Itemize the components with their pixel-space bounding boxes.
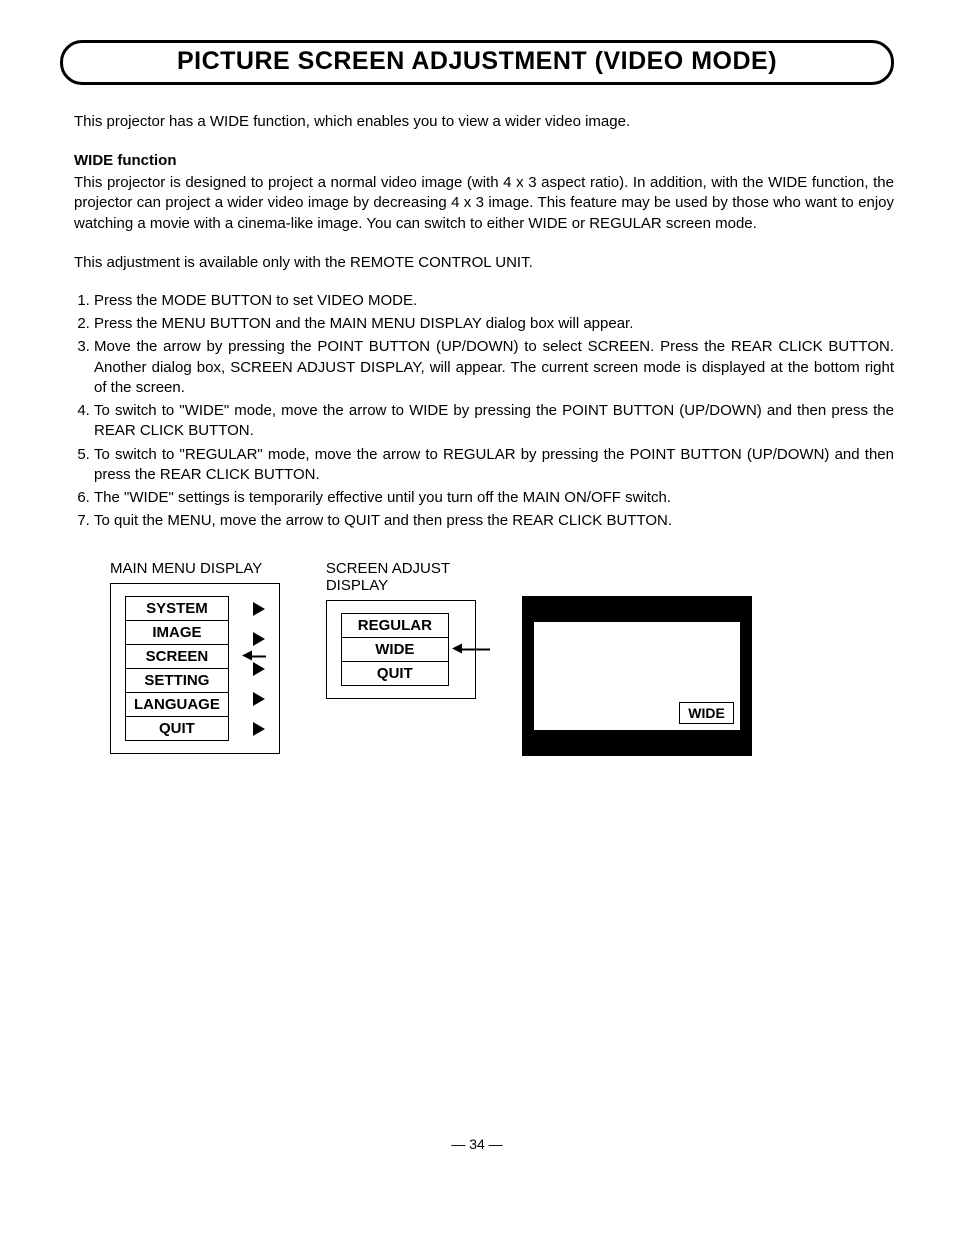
- triangle-right-icon: [253, 722, 265, 736]
- triangle-right-icon: [253, 632, 265, 646]
- intro-text: This projector has a WIDE function, whic…: [74, 113, 894, 130]
- wide-function-body: This projector is designed to project a …: [74, 173, 894, 234]
- screen-adjust-title: SCREEN ADJUST DISPLAY: [326, 560, 476, 594]
- screen-adjust-diagram: SCREEN ADJUST DISPLAY REGULAR WIDE QUIT: [326, 560, 476, 699]
- step: To switch to "WIDE" mode, move the arrow…: [94, 401, 894, 442]
- menu-item-language: LANGUAGE: [125, 693, 229, 717]
- page-number: — 34 —: [60, 1136, 894, 1152]
- main-menu-box: SYSTEM IMAGE SCREEN SETTING LANGUAGE QUI…: [110, 583, 280, 754]
- menu-item-image: IMAGE: [125, 621, 229, 645]
- remote-note: This adjustment is available only with t…: [74, 254, 894, 271]
- menu-item-screen: SCREEN: [125, 645, 229, 669]
- diagram-row: MAIN MENU DISPLAY SYSTEM IMAGE SCREEN SE…: [110, 560, 894, 756]
- step: Press the MODE BUTTON to set VIDEO MODE.: [94, 291, 894, 311]
- pointer-arrow-icon: [452, 641, 490, 658]
- main-menu-diagram: MAIN MENU DISPLAY SYSTEM IMAGE SCREEN SE…: [110, 560, 280, 754]
- screen-preview: WIDE: [522, 596, 752, 756]
- step: The "WIDE" settings is temporarily effec…: [94, 488, 894, 508]
- menu-item-quit2: QUIT: [341, 662, 449, 686]
- menu-item-system: SYSTEM: [125, 596, 229, 621]
- step: To switch to "REGULAR" mode, move the ar…: [94, 445, 894, 486]
- triangle-right-icon: [253, 692, 265, 706]
- menu-item-regular: REGULAR: [341, 613, 449, 638]
- menu-item-label: SCREEN: [146, 648, 209, 665]
- menu-item-setting: SETTING: [125, 669, 229, 693]
- instruction-list: Press the MODE BUTTON to set VIDEO MODE.…: [74, 291, 894, 532]
- menu-item-wide: WIDE: [341, 638, 449, 662]
- menu-item-quit: QUIT: [125, 717, 229, 741]
- triangle-right-icon: [253, 602, 265, 616]
- mode-indicator: WIDE: [679, 702, 734, 724]
- wide-function-heading: WIDE function: [74, 152, 894, 169]
- triangle-right-icon: [253, 662, 265, 676]
- menu-item-label: WIDE: [375, 641, 414, 658]
- screen-adjust-box: REGULAR WIDE QUIT: [326, 600, 476, 699]
- main-menu-title: MAIN MENU DISPLAY: [110, 560, 280, 577]
- step: To quit the MENU, move the arrow to QUIT…: [94, 511, 894, 531]
- step: Press the MENU BUTTON and the MAIN MENU …: [94, 314, 894, 334]
- page-title: PICTURE SCREEN ADJUSTMENT (VIDEO MODE): [60, 40, 894, 85]
- step: Move the arrow by pressing the POINT BUT…: [94, 337, 894, 398]
